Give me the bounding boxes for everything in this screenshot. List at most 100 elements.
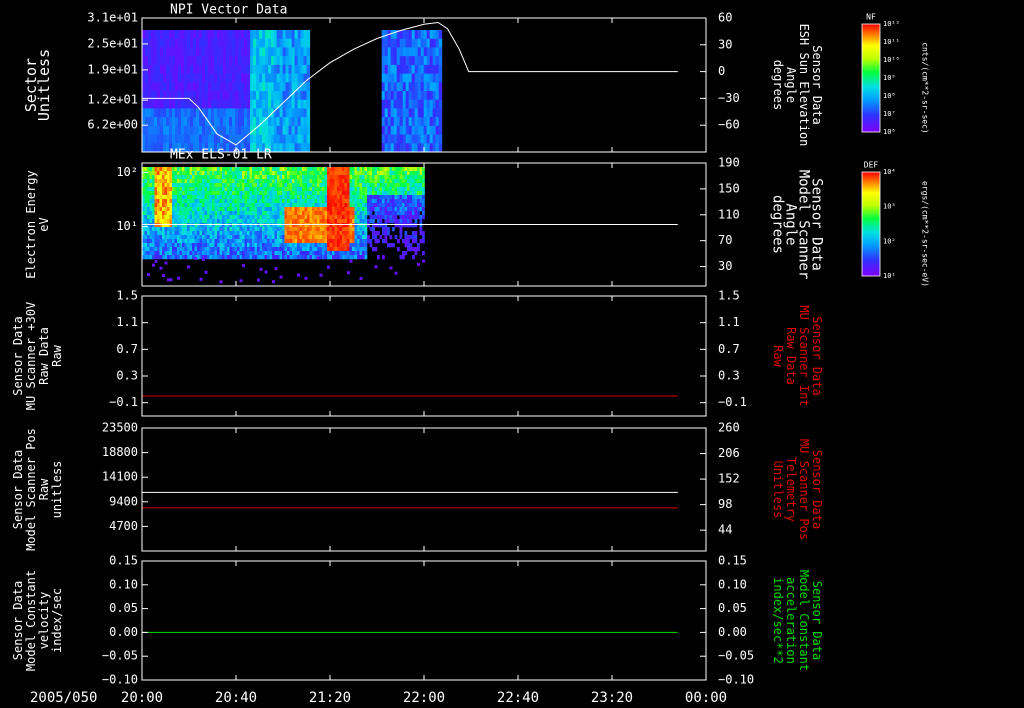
els-pixel [352,187,355,192]
els-pixel [269,167,273,172]
els-pixel [147,219,150,224]
npi-pixel [279,38,284,48]
els-pixel [162,179,165,184]
npi-pixel [244,56,248,66]
npi-pixel [199,91,203,101]
npi-pixel [303,99,308,109]
els-pixel [307,191,310,196]
els-sparse-pixel [159,266,163,270]
els-pixel [167,219,170,224]
npi-pixel [306,143,311,153]
els-pixel [314,171,318,176]
y-tick-label: 14100 [102,470,138,484]
y-tick-label: 18800 [102,445,138,459]
els-pixel [144,175,148,180]
npi-pixel [193,47,197,57]
els-pixel [249,231,253,236]
els-pixel [257,239,260,244]
els-pixel [279,207,283,212]
els-pixel [219,195,223,200]
els-pixel [272,171,275,176]
els-pixel [217,167,220,172]
els-pixel [417,195,420,200]
els-pixel [374,247,378,252]
npi-pixel [166,47,170,57]
els-pixel [269,223,273,228]
els-pixel [254,187,258,192]
els-pixel [394,219,398,224]
els-pixel [352,171,355,176]
npi-pixel [429,82,434,92]
npi-pixel [259,99,263,109]
npi-pixel [217,56,221,66]
y-tick-label: 0.7 [116,342,138,356]
els-pixel [334,239,338,244]
els-pixel [222,223,225,228]
els-pixel [267,199,270,204]
npi-pixel [181,47,185,57]
els-pixel [202,207,205,212]
els-pixel [329,187,333,192]
npi-pixel [187,134,191,144]
npi-pixel [148,99,152,109]
npi-pixel [193,108,197,118]
npi-pixel [282,108,287,118]
npi-pixel [268,38,272,48]
els-pixel [342,235,345,240]
npi-pixel [187,38,191,48]
els-pixel [362,167,365,172]
els-pixel [184,219,188,224]
els-pixel [169,243,173,248]
npi-pixel [408,143,413,153]
right-axis-label: MU Scanner Pos [797,439,811,540]
els-pixel [417,191,420,196]
els-pixel [282,239,285,244]
els-pixel [244,191,248,196]
els-sparse-pixel [359,277,363,280]
npi-pixel [435,143,440,153]
npi-pixel [303,64,308,75]
npi-pixel [435,125,440,136]
els-pixel [179,187,183,192]
els-pixel [412,247,415,252]
els-pixel [344,255,348,260]
els-pixel [217,255,220,260]
els-pixel [409,183,413,188]
els-pixel [294,227,298,232]
els-pixel [272,215,275,220]
npi-pixel [214,82,218,92]
els-pixel [264,243,268,248]
els-pixel [274,203,278,208]
npi-pixel [402,73,407,83]
npi-pixel [306,99,311,109]
npi-pixel [291,30,296,40]
els-pixel [359,171,363,176]
els-pixel [369,167,373,172]
npi-pixel [393,47,398,57]
els-pixel [154,235,158,240]
els-pixel [184,243,188,248]
npi-pixel [276,91,281,101]
els-pixel [357,179,360,184]
els-pixel [162,223,165,228]
els-pixel [204,207,208,212]
els-pixel [299,215,303,220]
els-pixel [387,167,390,172]
els-pixel [244,203,248,208]
npi-pixel [172,64,176,75]
npi-pixel [291,47,296,57]
els-pixel [374,235,378,240]
els-pixel [194,171,198,176]
npi-pixel [438,99,443,109]
els-pixel [359,247,363,252]
npi-pixel [163,73,167,83]
els-pixel [167,207,170,212]
els-pixel [214,235,218,240]
els-pixel [219,175,223,180]
els-pixel [317,219,320,224]
els-pixel [177,227,180,232]
right-tick-label: 150 [718,181,740,195]
npi-pixel [381,38,386,48]
els-pixel [267,207,270,212]
els-pixel [349,243,353,248]
